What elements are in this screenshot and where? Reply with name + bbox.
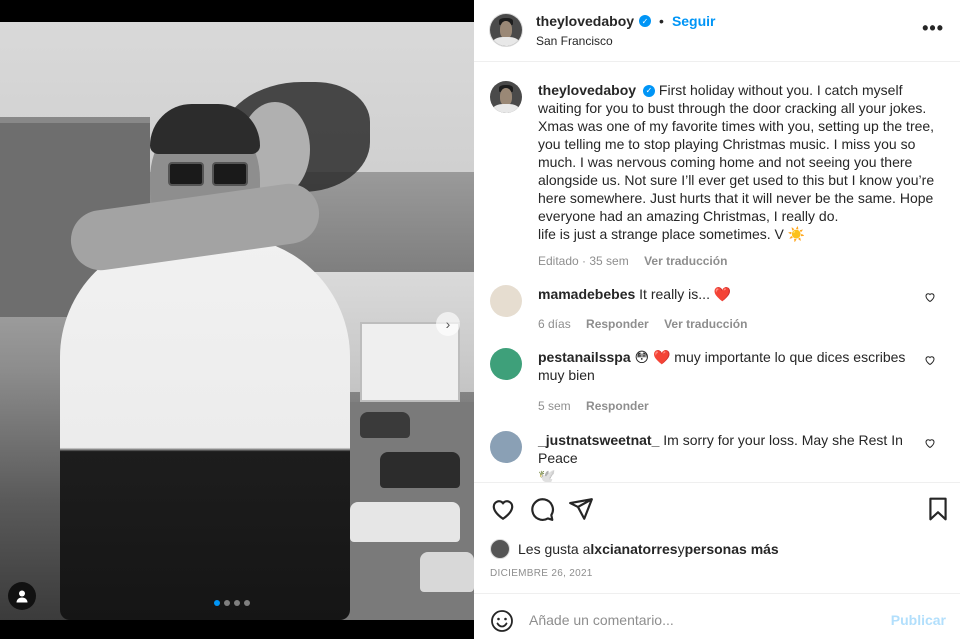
emoji-picker-icon[interactable]: [490, 609, 514, 633]
chevron-right-icon: ›: [445, 316, 451, 332]
caption-text: First holiday without you. I catch mysel…: [538, 82, 935, 224]
post-details-panel: theylovedaboy ✓ • Seguir San Francisco •…: [474, 0, 960, 639]
reply-button[interactable]: Responder: [586, 317, 649, 331]
share-icon[interactable]: [568, 496, 594, 522]
commenter-avatar[interactable]: [490, 348, 522, 380]
comment-input[interactable]: [529, 609, 879, 631]
verified-badge-icon: ✓: [643, 85, 656, 98]
more-likers-link[interactable]: personas más: [685, 541, 779, 557]
liker-username[interactable]: lxcianatorres: [590, 541, 677, 557]
image-car: [380, 452, 460, 488]
commenter-username[interactable]: mamadebebes: [538, 286, 635, 302]
caption-text-line2: life is just a strange place sometimes. …: [538, 226, 806, 242]
author-avatar[interactable]: [490, 14, 522, 46]
image-car: [420, 552, 474, 592]
post-actions: Les gusta a lxcianatorres y personas más…: [474, 484, 960, 594]
likes-middle: y: [677, 541, 685, 557]
like-heart-icon[interactable]: [490, 496, 516, 522]
comment-emoji: 😳 ❤️: [634, 349, 671, 365]
image-man-hair: [150, 104, 260, 154]
comment-icon[interactable]: [529, 496, 555, 522]
next-image-button[interactable]: ›: [436, 312, 460, 336]
like-comment-heart-icon[interactable]: [924, 354, 936, 366]
reply-button[interactable]: Responder: [586, 399, 649, 413]
see-translation-link[interactable]: Ver traducción: [664, 317, 747, 331]
post-image[interactable]: ›: [0, 22, 474, 620]
save-bookmark-icon[interactable]: [925, 496, 951, 522]
separator-dot: •: [659, 13, 664, 29]
image-car: [360, 412, 410, 438]
see-translation-link[interactable]: Ver traducción: [644, 254, 727, 268]
image-car: [350, 502, 460, 542]
publish-button[interactable]: Publicar: [891, 612, 946, 628]
carousel-dot: [224, 600, 230, 606]
post-header: theylovedaboy ✓ • Seguir San Francisco •…: [474, 0, 960, 62]
person-icon: [16, 590, 28, 603]
carousel-dot: [214, 600, 220, 606]
caption-time: Editado · 35 sem: [538, 254, 629, 268]
author-avatar[interactable]: [490, 81, 522, 113]
caption-username[interactable]: theylovedaboy: [538, 82, 636, 98]
comment-time: 6 días: [538, 317, 571, 331]
comment-time: 5 sem: [538, 399, 571, 413]
comments-section[interactable]: theylovedaboy ✓ First holiday without you…: [474, 63, 960, 483]
commenter-avatar[interactable]: [490, 431, 522, 463]
image-man-body: [60, 237, 350, 620]
commenter-avatar[interactable]: [490, 285, 522, 317]
like-comment-heart-icon[interactable]: [924, 291, 936, 303]
more-options-icon[interactable]: •••: [922, 18, 944, 39]
comment-text-line2: 🕊️: [538, 468, 556, 483]
image-sunglasses: [168, 162, 252, 188]
commenter-username[interactable]: _justnatsweetnat_: [538, 432, 659, 448]
comment-heart-emoji: ❤️: [713, 286, 732, 302]
likes-summary: Les gusta a lxcianatorres y personas más: [490, 539, 779, 559]
post-date[interactable]: DICIEMBRE 26, 2021: [490, 568, 593, 579]
carousel-indicator: [214, 600, 250, 606]
commenter-username[interactable]: pestanailsspa: [538, 349, 631, 365]
carousel-dot: [234, 600, 240, 606]
likes-prefix: Les gusta a: [518, 541, 591, 557]
verified-badge-icon: ✓: [639, 15, 652, 27]
follow-button[interactable]: Seguir: [672, 13, 716, 29]
tagged-users-button[interactable]: [8, 582, 36, 610]
author-username[interactable]: theylovedaboy: [536, 13, 634, 29]
comment-text: It really is...: [639, 286, 714, 302]
liker-avatar[interactable]: [490, 539, 510, 559]
carousel-dot: [244, 600, 250, 606]
post-location[interactable]: San Francisco: [536, 34, 613, 48]
like-comment-heart-icon[interactable]: [924, 437, 936, 449]
add-comment-bar: Publicar: [474, 595, 960, 639]
